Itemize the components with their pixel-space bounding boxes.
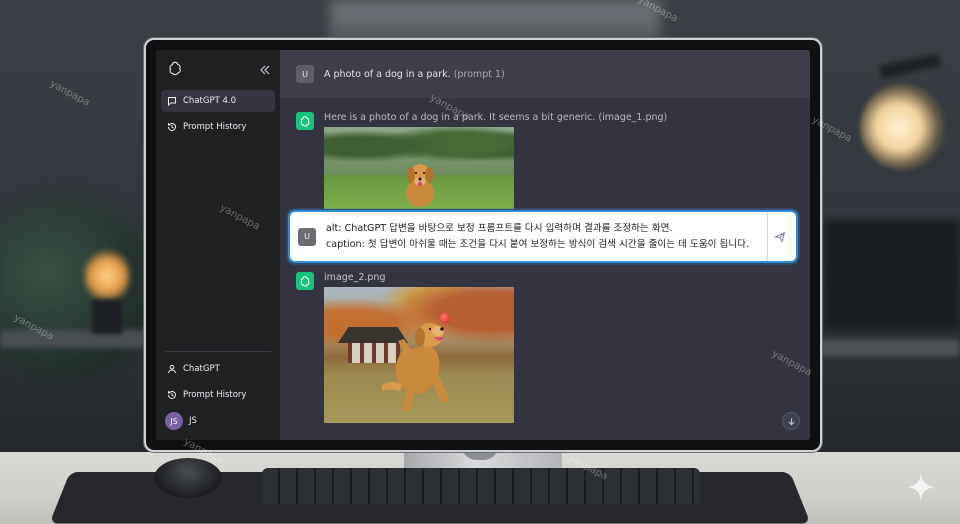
user-icon — [167, 364, 177, 374]
background-lamp-arm — [879, 53, 941, 79]
sparkle-icon — [907, 473, 935, 501]
chatgpt-avatar-icon — [296, 272, 314, 290]
sidebar-item-label: ChatGPT — [183, 364, 220, 374]
background-speaker — [824, 220, 960, 330]
sidebar-item-label: Prompt History — [183, 122, 247, 132]
history-icon — [167, 390, 177, 400]
background-lamp-left — [84, 248, 130, 304]
collapse-sidebar-icon[interactable] — [259, 61, 271, 80]
golden-retriever-sitting — [406, 164, 434, 207]
background-window — [330, 0, 660, 40]
prompt-line-2: caption: 첫 답변이 아쉬울 때는 조건을 다시 붙여 보정하는 방식이… — [326, 238, 750, 250]
user-avatar: U — [298, 227, 316, 246]
golden-retriever-jumping — [382, 323, 450, 411]
dog-photo-2[interactable] — [324, 287, 514, 423]
prompt-line-1: alt: ChatGPT 답변을 바탕으로 보정 프롬프트를 다시 입력하며 결… — [326, 222, 673, 234]
sidebar: ChatGPT 4.0 Prompt History ChatGPT Promp… — [156, 50, 280, 440]
send-icon — [774, 230, 786, 243]
send-button[interactable] — [772, 229, 788, 245]
dog-photo-1[interactable] — [324, 127, 514, 209]
user-message-suffix: (prompt 1) — [453, 68, 505, 80]
sidebar-item-label: Prompt History — [183, 390, 247, 400]
sidebar-item-chatgpt-4[interactable]: ChatGPT 4.0 — [161, 90, 275, 112]
user-account[interactable]: JS JS — [161, 410, 275, 432]
mouse — [154, 458, 222, 498]
sidebar-item-label: ChatGPT 4.0 — [183, 96, 236, 106]
background-shelf-right — [820, 340, 960, 356]
user-avatar: U — [296, 65, 314, 83]
assistant-message-1: Here is a photo of a dog in a park. It s… — [280, 112, 810, 209]
prompt-input[interactable]: alt: ChatGPT 답변을 바탕으로 보정 프롬프트를 다시 입력하며 결… — [326, 221, 762, 253]
assistant-message-text: Here is a photo of a dog in a park. It s… — [324, 112, 668, 123]
sidebar-divider — [165, 351, 271, 352]
user-message-text: A photo of a dog in a park. — [324, 68, 451, 80]
background-shelf-left — [0, 330, 150, 348]
background-lamp-base — [92, 300, 122, 334]
sidebar-item-prompt-history-bottom[interactable]: Prompt History — [161, 384, 275, 406]
assistant-message-text: image_2.png — [324, 272, 386, 283]
user-message: U A photo of a dog in a park. (prompt 1) — [280, 50, 810, 98]
keyboard — [262, 468, 700, 504]
user-name: JS — [189, 416, 197, 426]
background-lamp-right — [860, 84, 946, 170]
history-icon — [167, 122, 177, 132]
assistant-message-2: image_2.png — [280, 272, 810, 423]
chatgpt-avatar-icon — [296, 112, 314, 130]
sidebar-item-prompt-history[interactable]: Prompt History — [161, 116, 275, 138]
openai-logo-icon[interactable] — [167, 60, 183, 80]
prompt-input-box[interactable]: U alt: ChatGPT 답변을 바탕으로 보정 프롬프트를 다시 입력하며… — [288, 210, 798, 263]
chat-icon — [167, 96, 177, 106]
sidebar-item-chatgpt[interactable]: ChatGPT — [161, 358, 275, 380]
sidebar-header — [161, 58, 275, 90]
avatar: JS — [165, 412, 183, 430]
input-divider — [767, 212, 768, 261]
background-plant — [0, 200, 160, 380]
scroll-down-button[interactable] — [782, 412, 800, 430]
arrow-down-icon — [787, 417, 795, 425]
